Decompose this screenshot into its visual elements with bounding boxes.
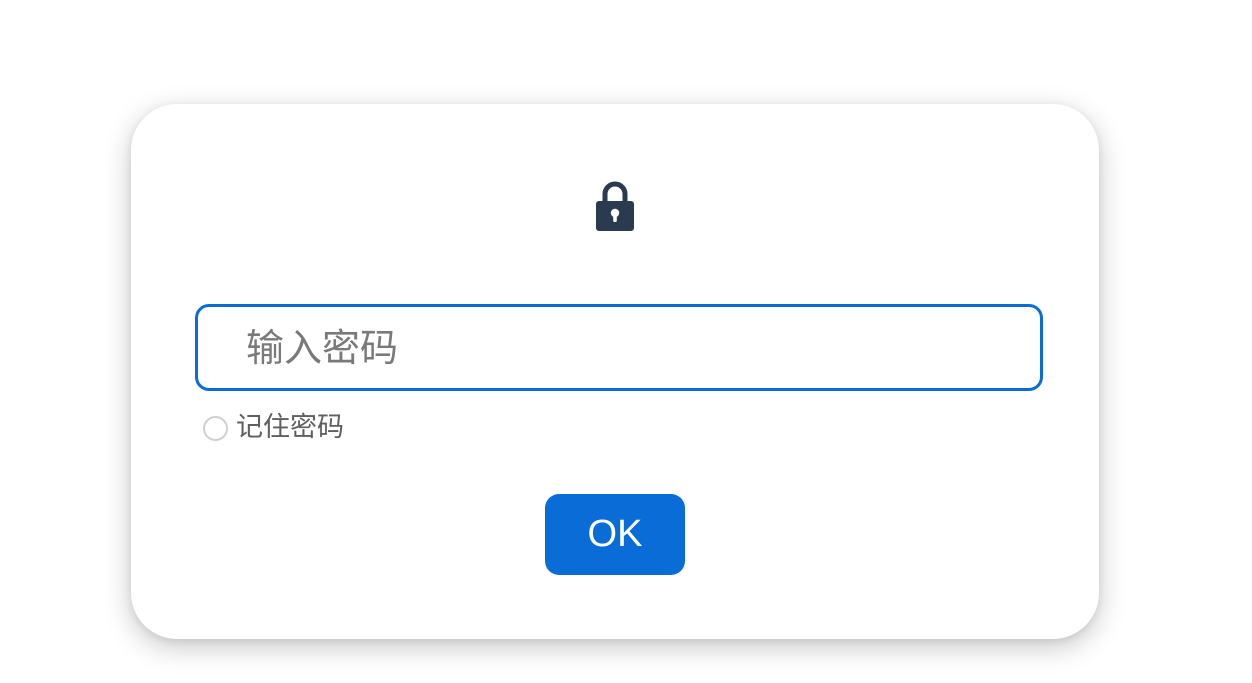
password-dialog: 记住密码 OK (131, 104, 1099, 639)
remember-password-option[interactable]: 记住密码 (203, 412, 344, 444)
remember-password-radio[interactable] (203, 415, 228, 441)
remember-password-label: 记住密码 (236, 412, 344, 443)
password-input[interactable] (198, 307, 1040, 388)
password-field[interactable] (195, 304, 1043, 391)
ok-button[interactable]: OK (545, 494, 685, 575)
lock-icon (595, 180, 635, 232)
